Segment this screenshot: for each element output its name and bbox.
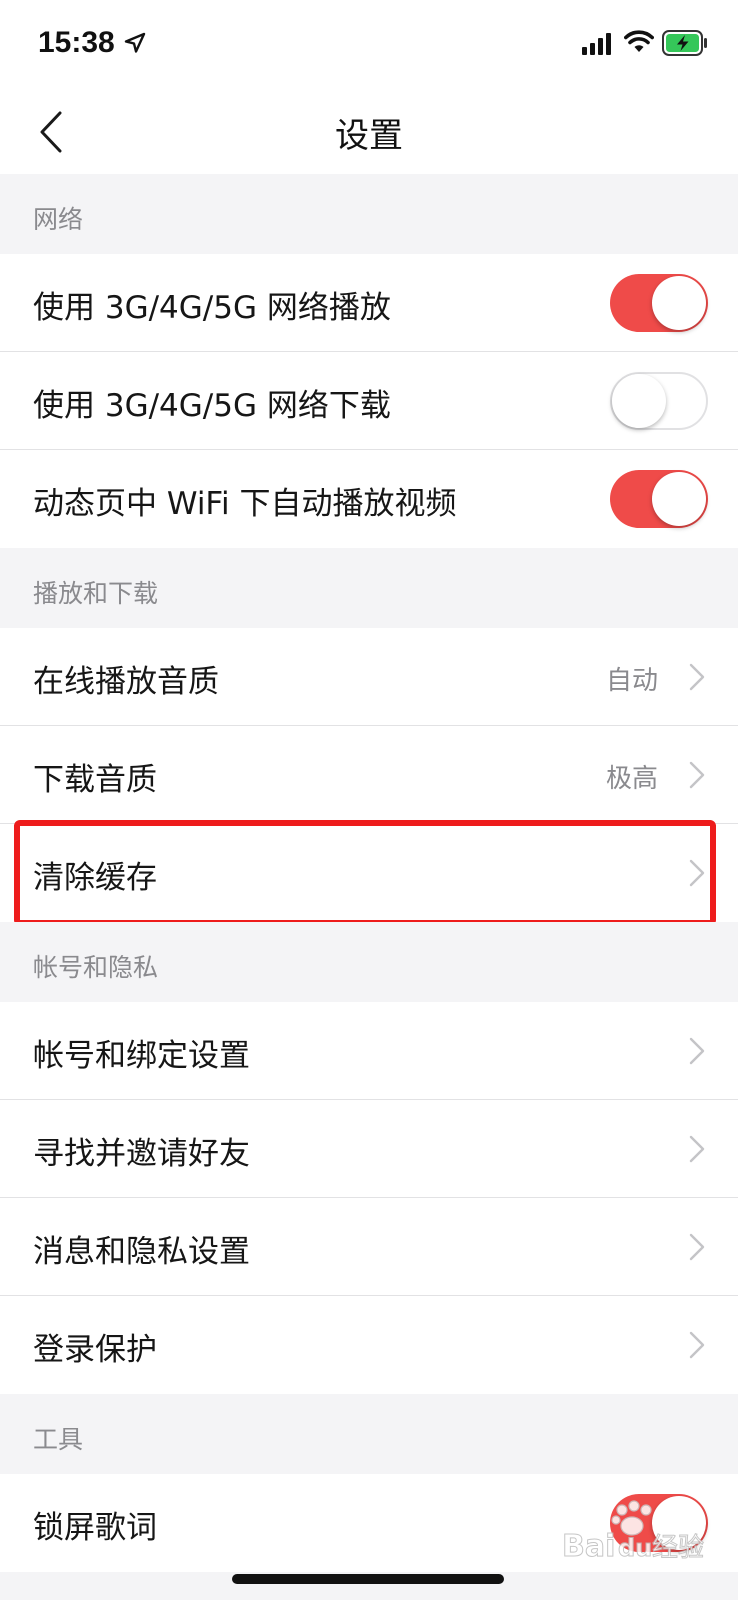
setting-value: 自动: [605, 666, 658, 696]
chevron-right-icon: [689, 1135, 705, 1163]
setting-label: 帐号和绑定设置: [33, 1038, 250, 1074]
chevron-right-icon: [689, 1233, 705, 1261]
section-header-tools: 工具: [0, 1394, 738, 1474]
setting-row-clear-cache[interactable]: 清除缓存: [0, 824, 738, 922]
toggle-switch-off[interactable]: [610, 372, 708, 430]
section-header-account-privacy: 帐号和隐私: [0, 922, 738, 1002]
toggle-switch-on[interactable]: [610, 274, 708, 332]
setting-label: 登录保护: [33, 1332, 157, 1368]
setting-row-invite-friends[interactable]: 寻找并邀请好友: [0, 1100, 738, 1198]
setting-row-mobile-download[interactable]: 使用 3G/4G/5G 网络下载: [0, 352, 738, 450]
setting-label: 寻找并邀请好友: [33, 1136, 250, 1172]
section-header-label: 网络: [33, 205, 84, 234]
setting-label: 消息和隐私设置: [33, 1234, 250, 1270]
setting-row-mobile-playback[interactable]: 使用 3G/4G/5G 网络播放: [0, 254, 738, 352]
chevron-right-icon: [689, 1331, 705, 1359]
setting-row-download-quality[interactable]: 下载音质 极高: [0, 726, 738, 824]
setting-value: 极高: [605, 764, 658, 794]
cellular-signal-icon: [582, 33, 611, 55]
svg-text:经验: 经验: [652, 1533, 704, 1563]
setting-row-wifi-autoplay[interactable]: 动态页中 WiFi 下自动播放视频: [0, 450, 738, 548]
toggle-knob: [612, 374, 666, 428]
section-header-label: 工具: [33, 1425, 84, 1454]
status-bar: 15:38: [0, 0, 738, 90]
section-header-label: 播放和下载: [33, 579, 159, 608]
section-header-label: 帐号和隐私: [33, 953, 159, 982]
setting-label: 使用 3G/4G/5G 网络播放: [33, 290, 391, 326]
setting-row-message-privacy[interactable]: 消息和隐私设置: [0, 1198, 738, 1296]
baidu-jingyan-watermark-logo: Bai du 经验: [562, 1500, 705, 1565]
setting-label: 在线播放音质: [33, 664, 219, 700]
chevron-right-icon: [689, 761, 705, 789]
chevron-right-icon: [689, 859, 705, 887]
setting-row-login-protection[interactable]: 登录保护: [0, 1296, 738, 1394]
chevron-right-icon: [689, 1037, 705, 1065]
setting-label: 清除缓存: [33, 860, 157, 896]
page-title: 设置: [335, 116, 403, 156]
toggle-knob: [652, 276, 706, 330]
setting-label: 动态页中 WiFi 下自动播放视频: [33, 486, 457, 522]
section-header-playback-download: 播放和下载: [0, 548, 738, 628]
location-arrow-icon: [124, 32, 146, 53]
nav-bar: 设置: [0, 90, 738, 174]
svg-text:Bai: Bai: [562, 1529, 615, 1564]
home-indicator[interactable]: [232, 1574, 504, 1584]
setting-row-account-binding[interactable]: 帐号和绑定设置: [0, 1002, 738, 1100]
toggle-switch-on[interactable]: [610, 470, 708, 528]
svg-text:du: du: [618, 1534, 652, 1562]
chevron-right-icon: [689, 663, 705, 691]
setting-label: 锁屏歌词: [33, 1510, 157, 1546]
setting-label: 使用 3G/4G/5G 网络下载: [33, 388, 391, 424]
status-time: 15:38: [38, 26, 115, 59]
section-header-network: 网络: [0, 174, 738, 254]
wifi-icon: [624, 30, 654, 52]
battery-charging-icon: [662, 30, 707, 56]
setting-row-online-quality[interactable]: 在线播放音质 自动: [0, 628, 738, 726]
toggle-knob: [652, 472, 706, 526]
setting-label: 下载音质: [33, 762, 157, 798]
